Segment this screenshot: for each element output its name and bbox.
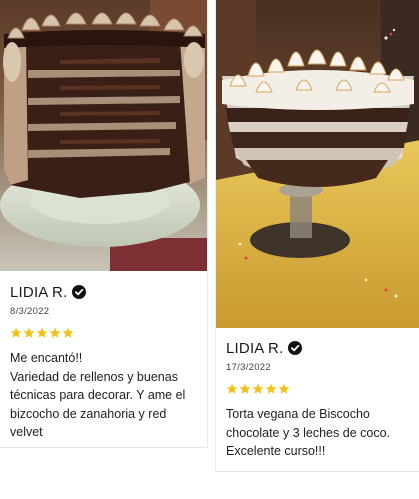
reviewer-row: LIDIA R. (10, 282, 197, 302)
reviewer-row: LIDIA R. (226, 338, 409, 358)
star-icon (36, 327, 48, 338)
star-icon (10, 327, 22, 338)
star-icon (278, 383, 290, 394)
star-icon (62, 327, 74, 338)
reviewer-name: LIDIA R. (226, 339, 284, 357)
star-icon (49, 327, 61, 338)
reviewer-name: LIDIA R. (10, 283, 68, 301)
review-date: 17/3/2022 (226, 362, 271, 373)
verified-check-icon (288, 341, 303, 355)
review-photo[interactable] (0, 0, 207, 271)
verified-check-icon (72, 285, 87, 299)
star-icon (252, 383, 264, 394)
star-icon (23, 327, 35, 338)
review-photo[interactable] (216, 0, 419, 328)
review-info: LIDIA R. 8/3/2022 Me encantó!! Variedad … (0, 271, 207, 442)
review-date: 8/3/2022 (10, 306, 50, 317)
star-rating (10, 327, 197, 341)
review-text: Me encantó!! Variedad de rellenos y buen… (10, 351, 186, 439)
review-card: LIDIA R. 17/3/2022 Torta vegana de Bisco… (215, 0, 419, 472)
star-icon (226, 383, 238, 394)
review-info: LIDIA R. 17/3/2022 Torta vegana de Bisco… (216, 328, 419, 461)
star-rating (226, 383, 409, 397)
star-icon (265, 383, 277, 394)
review-card: LIDIA R. 8/3/2022 Me encantó!! Variedad … (0, 0, 208, 448)
review-text: Torta vegana de Biscocho chocolate y 3 l… (226, 407, 390, 458)
star-icon (239, 383, 251, 394)
